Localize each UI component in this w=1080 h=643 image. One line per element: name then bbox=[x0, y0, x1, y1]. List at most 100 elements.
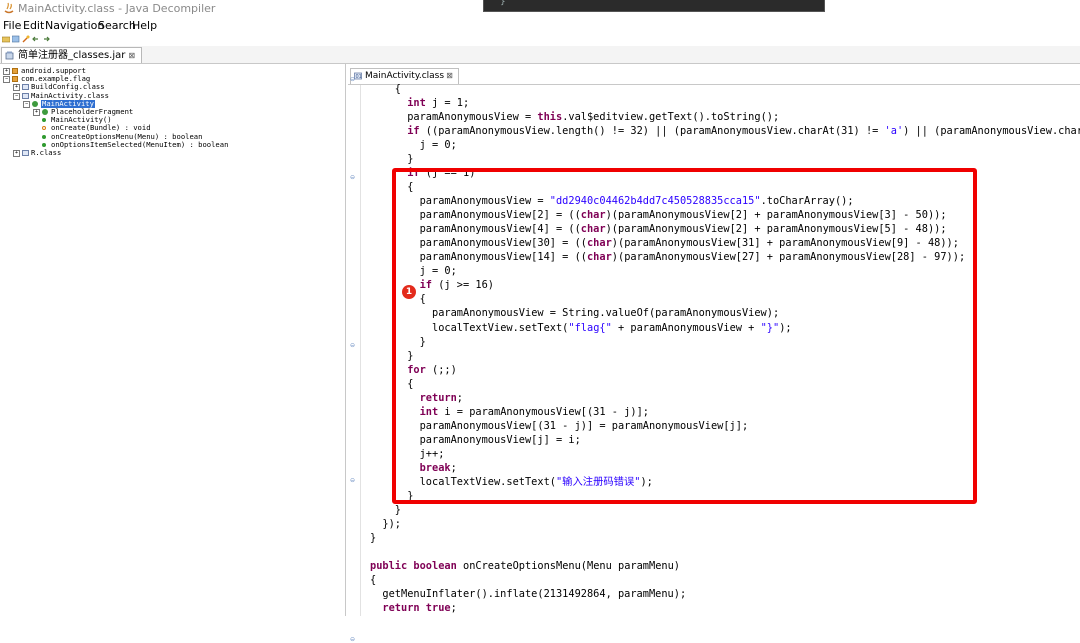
public-method-icon bbox=[42, 118, 46, 123]
string-token: "输入注册码错误" bbox=[555, 475, 641, 488]
keyword-token: char bbox=[580, 209, 606, 222]
forward-arrow-icon[interactable] bbox=[42, 35, 50, 43]
code-token: ; bbox=[456, 391, 463, 404]
keyword-token: if bbox=[419, 279, 432, 292]
code-token: } bbox=[407, 489, 414, 502]
code-line: public boolean onCreateOptionsMenu(Menu … bbox=[370, 559, 680, 573]
expand-icon[interactable]: + bbox=[13, 150, 20, 157]
code-line: } bbox=[407, 349, 413, 363]
code-token: getMenuInflater().inflate(2131492864, pa… bbox=[382, 588, 687, 601]
collapse-icon[interactable]: − bbox=[3, 76, 10, 84]
code-token: ); bbox=[779, 321, 792, 334]
keyword-token: if bbox=[407, 125, 420, 138]
keyword-token: return bbox=[419, 391, 457, 404]
public-method-icon bbox=[42, 134, 46, 139]
code-token: )(paramAnonymousView[27] + paramAnonymou… bbox=[611, 251, 966, 264]
code-token: .toCharArray(); bbox=[760, 195, 854, 208]
code-token: { bbox=[419, 293, 426, 306]
code-token: localTextView.setText( bbox=[419, 475, 556, 488]
annotation-marker: 1 bbox=[402, 285, 416, 299]
tree-item-label: R.class bbox=[31, 148, 62, 157]
window-title: MainActivity.class - Java Decompiler bbox=[18, 2, 216, 15]
code-line: paramAnonymousView[2] = ((char)(paramAno… bbox=[420, 208, 947, 222]
code-line: } bbox=[370, 531, 376, 545]
close-icon[interactable]: ⊠ bbox=[128, 51, 135, 60]
code-token: .val$editview.getText().toString(); bbox=[562, 111, 780, 124]
code-line: { bbox=[395, 82, 401, 96]
code-line: for (;;) bbox=[407, 363, 457, 377]
back-arrow-icon[interactable] bbox=[32, 35, 40, 43]
keyword-token: int bbox=[407, 97, 426, 110]
code-token: ); bbox=[640, 475, 653, 488]
open-type-icon[interactable] bbox=[12, 35, 20, 43]
string-token: "}" bbox=[760, 321, 780, 334]
class-tree: + android.support − com.example.flag + BuildC… bbox=[0, 64, 346, 616]
code-line: paramAnonymousView = this.val$editview.g… bbox=[407, 110, 779, 124]
class-icon bbox=[42, 109, 48, 115]
code-line: paramAnonymousView[14] = ((char)(paramAn… bbox=[420, 250, 966, 264]
code-token: paramAnonymousView[30] = (( bbox=[419, 237, 587, 250]
code-area[interactable]: {int j = 1; paramAnonymousView = this.val… bbox=[348, 64, 1080, 616]
java-decompiler-icon bbox=[4, 2, 14, 14]
code-token: ; bbox=[450, 602, 457, 615]
expand-icon[interactable]: + bbox=[13, 84, 20, 92]
fold-marker-icon[interactable]: ⊖ bbox=[350, 637, 355, 643]
jar-tab-bar: 简单注册器_classes.jar ⊠ bbox=[0, 46, 1080, 64]
code-line: paramAnonymousView = "dd2940c04462b4dd7c… bbox=[420, 194, 854, 208]
code-line: j = 0; bbox=[420, 264, 457, 278]
menu-navigation[interactable]: Navigation bbox=[45, 19, 104, 32]
keyword-token: true bbox=[425, 602, 451, 615]
code-line: } bbox=[407, 489, 413, 503]
code-line: localTextView.setText("输入注册码错误"); bbox=[420, 475, 653, 489]
code-token: ) || (paramAnonymousView.charAt(1) != 'b… bbox=[903, 125, 1080, 138]
keyword-token: for bbox=[407, 363, 426, 376]
code-token: } bbox=[407, 153, 414, 166]
code-line: { bbox=[407, 180, 413, 194]
menu-help[interactable]: Help bbox=[132, 19, 157, 32]
keyword-token: int bbox=[419, 405, 439, 418]
code-line: paramAnonymousView[30] = ((char)(paramAn… bbox=[420, 236, 959, 250]
open-file-icon[interactable] bbox=[2, 35, 10, 43]
string-token: 'a' bbox=[884, 125, 904, 138]
code-line: if (j >= 16) bbox=[420, 278, 494, 292]
menu-file[interactable]: File bbox=[3, 19, 21, 32]
keyword-token: return bbox=[382, 602, 420, 615]
code-token: + paramAnonymousView + bbox=[611, 321, 761, 334]
code-line: j = 0; bbox=[420, 138, 457, 152]
code-token: onCreateOptionsMenu(Menu paramMenu) bbox=[456, 560, 680, 573]
menu-edit[interactable]: Edit bbox=[23, 19, 44, 32]
code-token: paramAnonymousView[(31 - j)] = paramAnon… bbox=[419, 419, 749, 432]
code-token: (;;) bbox=[425, 363, 457, 376]
code-line: { bbox=[407, 377, 413, 391]
code-line: paramAnonymousView[4] = ((char)(paramAno… bbox=[420, 222, 947, 236]
class-file-icon bbox=[22, 84, 29, 91]
code-token: paramAnonymousView[j] = i; bbox=[419, 433, 581, 446]
menu-search[interactable]: Search bbox=[98, 19, 136, 32]
jar-icon bbox=[5, 51, 14, 60]
keyword-token: this bbox=[537, 111, 563, 124]
code-token: } bbox=[394, 503, 401, 516]
code-token: ((paramAnonymousView.length() != 32) || … bbox=[419, 125, 885, 138]
code-token: } bbox=[407, 349, 414, 362]
keyword-token: break bbox=[419, 461, 451, 474]
code-token: paramAnonymousView = bbox=[407, 111, 538, 124]
class-file-icon bbox=[22, 92, 29, 99]
open-type-hierarchy-icon[interactable] bbox=[22, 35, 30, 43]
code-line: } bbox=[407, 152, 413, 166]
code-line: { bbox=[420, 292, 426, 306]
string-token: "flag{" bbox=[568, 321, 612, 334]
collapse-icon[interactable]: − bbox=[23, 100, 30, 108]
code-line: if ((paramAnonymousView.length() != 32) … bbox=[407, 124, 1080, 138]
jar-file-tab[interactable]: 简单注册器_classes.jar ⊠ bbox=[1, 47, 143, 63]
code-token: i = paramAnonymousView[(31 - j)]; bbox=[438, 405, 649, 418]
expand-icon[interactable]: + bbox=[3, 68, 10, 75]
code-token: } bbox=[370, 531, 377, 544]
collapse-icon[interactable]: − bbox=[13, 92, 20, 100]
code-line: break; bbox=[420, 461, 457, 475]
string-token: "dd2940c04462b4dd7c450528835cca15" bbox=[549, 195, 761, 208]
code-line: paramAnonymousView = String.valueOf(para… bbox=[432, 306, 779, 320]
menu-bar: File Edit Navigation Search Help bbox=[0, 18, 1080, 33]
tooltip-popup: } bbox=[483, 0, 825, 12]
code-line: paramAnonymousView[j] = i; bbox=[420, 433, 581, 447]
expand-icon[interactable]: + bbox=[33, 109, 40, 116]
